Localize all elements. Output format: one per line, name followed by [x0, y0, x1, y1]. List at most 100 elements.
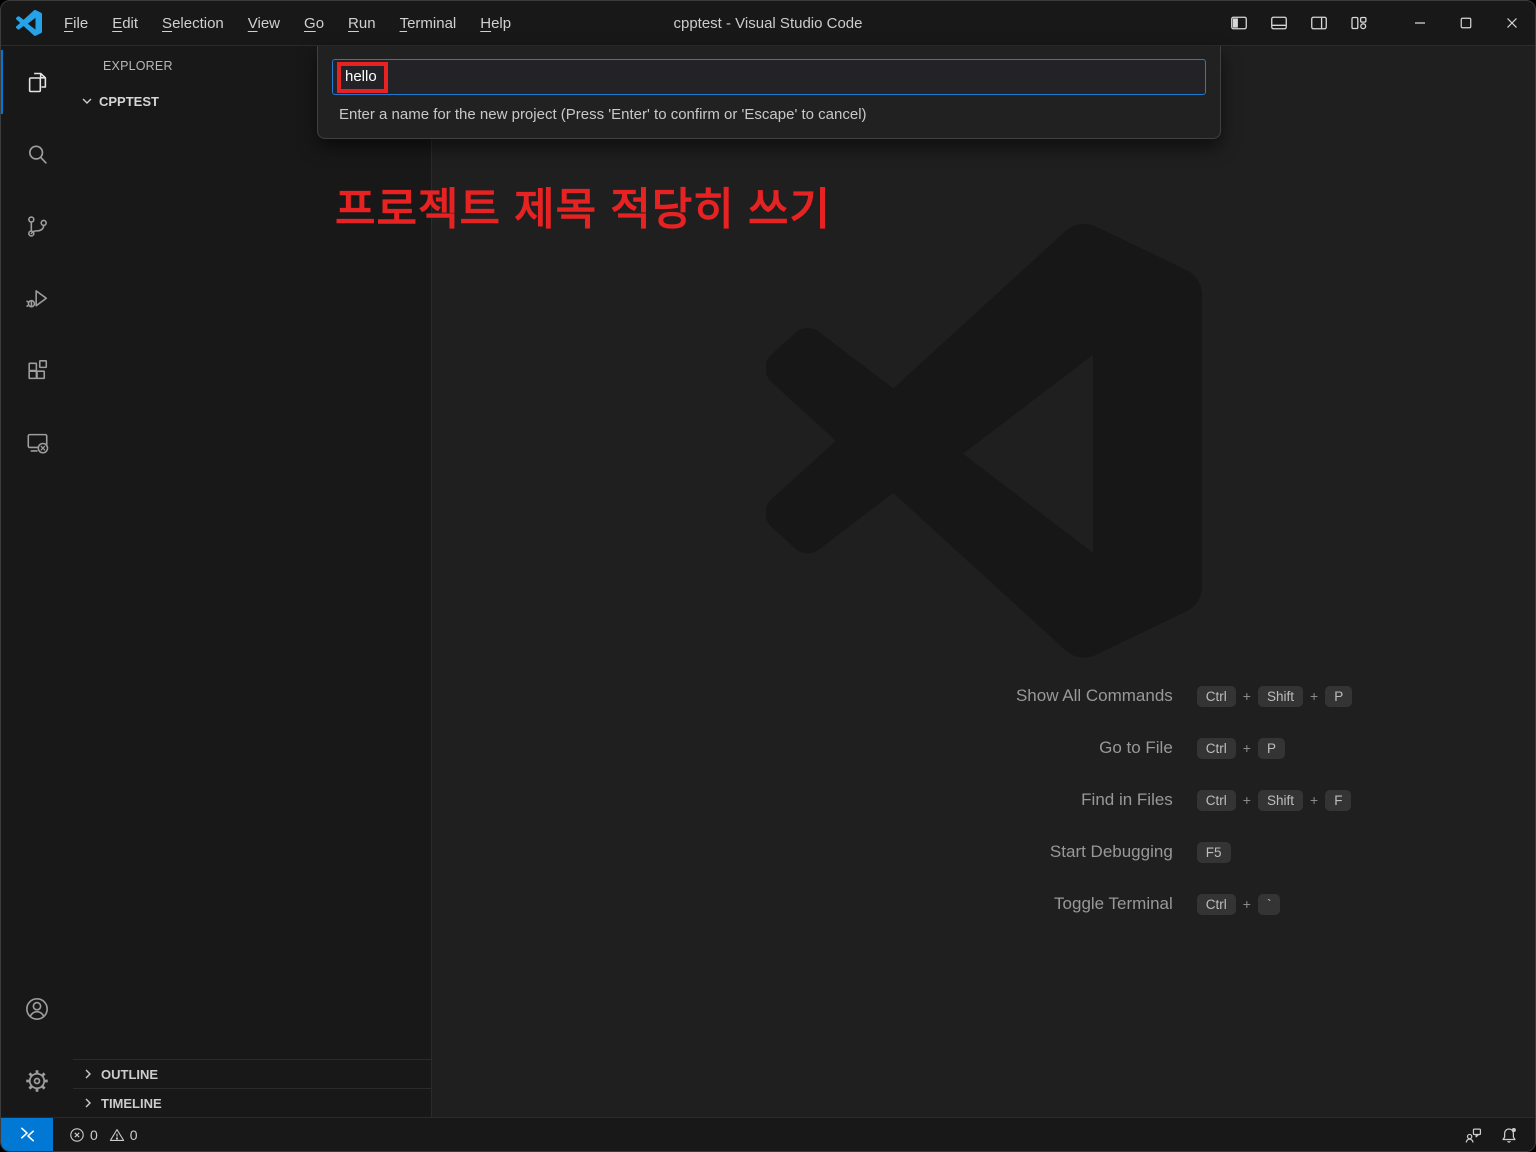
key-`: ` [1258, 894, 1281, 915]
menu-terminal[interactable]: Terminal [388, 11, 469, 36]
plus-separator: + [1243, 740, 1251, 756]
key-p: P [1258, 738, 1285, 759]
remote-explorer-icon [24, 429, 51, 456]
remote-indicator-button[interactable] [1, 1118, 53, 1151]
status-bar-right [1457, 1118, 1535, 1151]
status-bar: 0 0 [1, 1117, 1535, 1151]
vscode-logo-icon [16, 10, 42, 36]
timeline-section-label: TIMELINE [101, 1096, 162, 1111]
close-button[interactable] [1489, 1, 1535, 45]
key-f: F [1325, 790, 1351, 811]
account-icon [23, 995, 51, 1023]
outline-section-label: OUTLINE [101, 1067, 158, 1082]
problems-status-button[interactable]: 0 0 [64, 1118, 149, 1151]
menu-edit[interactable]: Edit [100, 11, 150, 36]
annotation-red-box: hello [337, 62, 388, 93]
project-name-value: hello [345, 68, 377, 85]
titlebar-controls [1223, 1, 1535, 45]
settings-gear-icon [23, 1067, 51, 1095]
minimize-button[interactable] [1397, 1, 1443, 45]
warning-icon [109, 1127, 125, 1143]
activity-bar-item-explorer[interactable] [1, 46, 73, 118]
key-f5: F5 [1197, 842, 1231, 863]
shortcut-keys: Ctrl + ` [1197, 894, 1281, 915]
timeline-section-header[interactable]: TIMELINE [73, 1088, 431, 1117]
menu-file[interactable]: File [52, 11, 100, 36]
customize-layout-button[interactable] [1343, 8, 1375, 38]
chevron-down-icon [81, 95, 93, 107]
toggle-panel-button[interactable] [1263, 8, 1295, 38]
menu-label-rest: election [172, 15, 224, 32]
toggle-primary-sidebar-icon [1229, 13, 1249, 33]
error-icon [69, 1127, 85, 1143]
notifications-bell-button[interactable] [1493, 1118, 1525, 1151]
activity-bar-item-extensions[interactable] [1, 334, 73, 406]
plus-separator: + [1243, 792, 1251, 808]
quick-input-widget: hello Enter a name for the new project (… [317, 46, 1221, 139]
watermark-shortcuts: Show All Commands Ctrl + Shift + P Go to File C… [615, 670, 1352, 930]
plus-separator: + [1243, 896, 1251, 912]
shortcut-label: Show All Commands [615, 686, 1173, 706]
titlebar: FileEditSelectionViewGoRunTerminalHelp c… [1, 1, 1535, 46]
annotation-text: 프로젝트 제목 적당히 쓰기 [335, 173, 831, 237]
activity-bar-item-source-control[interactable] [1, 190, 73, 262]
menu-label-rest: erminal [407, 15, 456, 32]
watermark-shortcut-row[interactable]: Toggle TerminalCtrl+` [615, 878, 1352, 930]
menu-help[interactable]: Help [468, 11, 523, 36]
activity-bar-item-search[interactable] [1, 118, 73, 190]
toggle-panel-icon [1269, 13, 1289, 33]
watermark-shortcut-row[interactable]: Find in FilesCtrl+Shift+F [615, 774, 1352, 826]
shortcut-label: Find in Files [615, 790, 1173, 810]
menu-mnemonic: E [112, 15, 122, 32]
activity-bar-item-remote-explorer[interactable] [1, 406, 73, 478]
menu-mnemonic: S [162, 15, 172, 32]
source-control-icon [24, 213, 51, 240]
activity-bar-item-settings[interactable] [1, 1045, 73, 1117]
menu-label-rest: elp [491, 15, 511, 32]
shortcut-label: Go to File [615, 738, 1173, 758]
extensions-icon [24, 357, 51, 384]
menu-label-rest: un [359, 15, 376, 32]
activity-bar-item-run-and-debug[interactable] [1, 262, 73, 334]
menu-label-rest: o [316, 15, 324, 32]
key-ctrl: Ctrl [1197, 738, 1236, 759]
folder-name: CPPTEST [99, 94, 159, 109]
shortcut-label: Start Debugging [615, 842, 1173, 862]
key-shift: Shift [1258, 790, 1303, 811]
project-name-input[interactable]: hello [332, 59, 1206, 95]
chevron-right-icon [82, 1068, 94, 1080]
feedback-icon [1464, 1126, 1482, 1144]
minimize-icon [1410, 13, 1430, 33]
menu-run[interactable]: Run [336, 11, 388, 36]
menu-view[interactable]: View [236, 11, 292, 36]
menu-go[interactable]: Go [292, 11, 336, 36]
sidebar-empty-space [73, 113, 431, 1059]
watermark-shortcut-row[interactable]: Go to File Ctrl + P [615, 722, 1352, 774]
menu-mnemonic: V [248, 15, 258, 32]
maximize-icon [1456, 13, 1476, 33]
toggle-secondary-sidebar-icon [1309, 13, 1329, 33]
shortcut-keys: Ctrl+Shift+P [1197, 686, 1352, 707]
watermark-shortcut-row[interactable]: Show All CommandsCtrl+Shift+P [615, 670, 1352, 722]
key-shift: Shift [1258, 686, 1303, 707]
vscode-watermark-logo [766, 224, 1202, 660]
watermark-shortcut-row[interactable]: Start Debugging F5 [615, 826, 1352, 878]
toggle-primary-sidebar-button[interactable] [1223, 8, 1255, 38]
key-ctrl: Ctrl [1197, 790, 1236, 811]
menubar: FileEditSelectionViewGoRunTerminalHelp [52, 1, 523, 45]
activity-bar-item-account[interactable] [1, 973, 73, 1045]
warning-count: 0 [130, 1127, 138, 1143]
toggle-secondary-sidebar-button[interactable] [1303, 8, 1335, 38]
key-ctrl: Ctrl [1197, 894, 1236, 915]
plus-separator: + [1310, 688, 1318, 704]
menu-label-rest: dit [122, 15, 138, 32]
menu-mnemonic: H [480, 15, 491, 32]
key-p: P [1325, 686, 1352, 707]
maximize-button[interactable] [1443, 1, 1489, 45]
menu-mnemonic: F [64, 15, 73, 32]
outline-section-header[interactable]: OUTLINE [73, 1059, 431, 1088]
search-icon [24, 141, 51, 168]
feedback-button[interactable] [1457, 1118, 1489, 1151]
menu-selection[interactable]: Selection [150, 11, 236, 36]
shortcut-keys: Ctrl + P [1197, 738, 1285, 759]
